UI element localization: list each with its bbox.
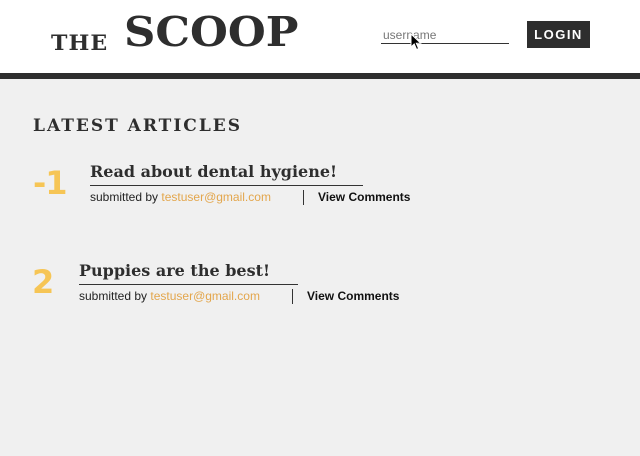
author-email[interactable]: testuser@gmail.com	[161, 190, 271, 204]
view-comments-link[interactable]: View Comments	[307, 289, 399, 303]
view-comments-link[interactable]: View Comments	[318, 190, 410, 204]
article-rank: -1	[33, 164, 68, 202]
article-meta: submitted by testuser@gmail.com	[90, 190, 271, 204]
login-button[interactable]: LOGIN	[527, 21, 590, 48]
meta-divider	[292, 289, 293, 304]
article-rank: 2	[32, 263, 54, 301]
title-underline	[90, 185, 363, 186]
author-email[interactable]: testuser@gmail.com	[150, 289, 260, 303]
submitted-by-label: submitted by	[79, 289, 148, 303]
section-title: LATEST ARTICLES	[33, 116, 243, 136]
mouse-pointer-icon	[410, 33, 422, 51]
article-item: -1 Read about dental hygiene! submitted …	[0, 160, 640, 220]
username-input[interactable]	[381, 26, 509, 44]
title-underline	[79, 284, 298, 285]
article-title[interactable]: Puppies are the best!	[79, 261, 270, 280]
header-divider	[0, 73, 640, 79]
logo-the: THE	[51, 30, 109, 55]
site-header: THE SCOOP LOGIN	[0, 0, 640, 73]
article-title[interactable]: Read about dental hygiene!	[90, 162, 337, 181]
submitted-by-label: submitted by	[90, 190, 159, 204]
article-meta: submitted by testuser@gmail.com	[79, 289, 260, 303]
logo-scoop: SCOOP	[124, 8, 299, 56]
article-item: 2 Puppies are the best! submitted by tes…	[0, 259, 640, 319]
meta-divider	[303, 190, 304, 205]
